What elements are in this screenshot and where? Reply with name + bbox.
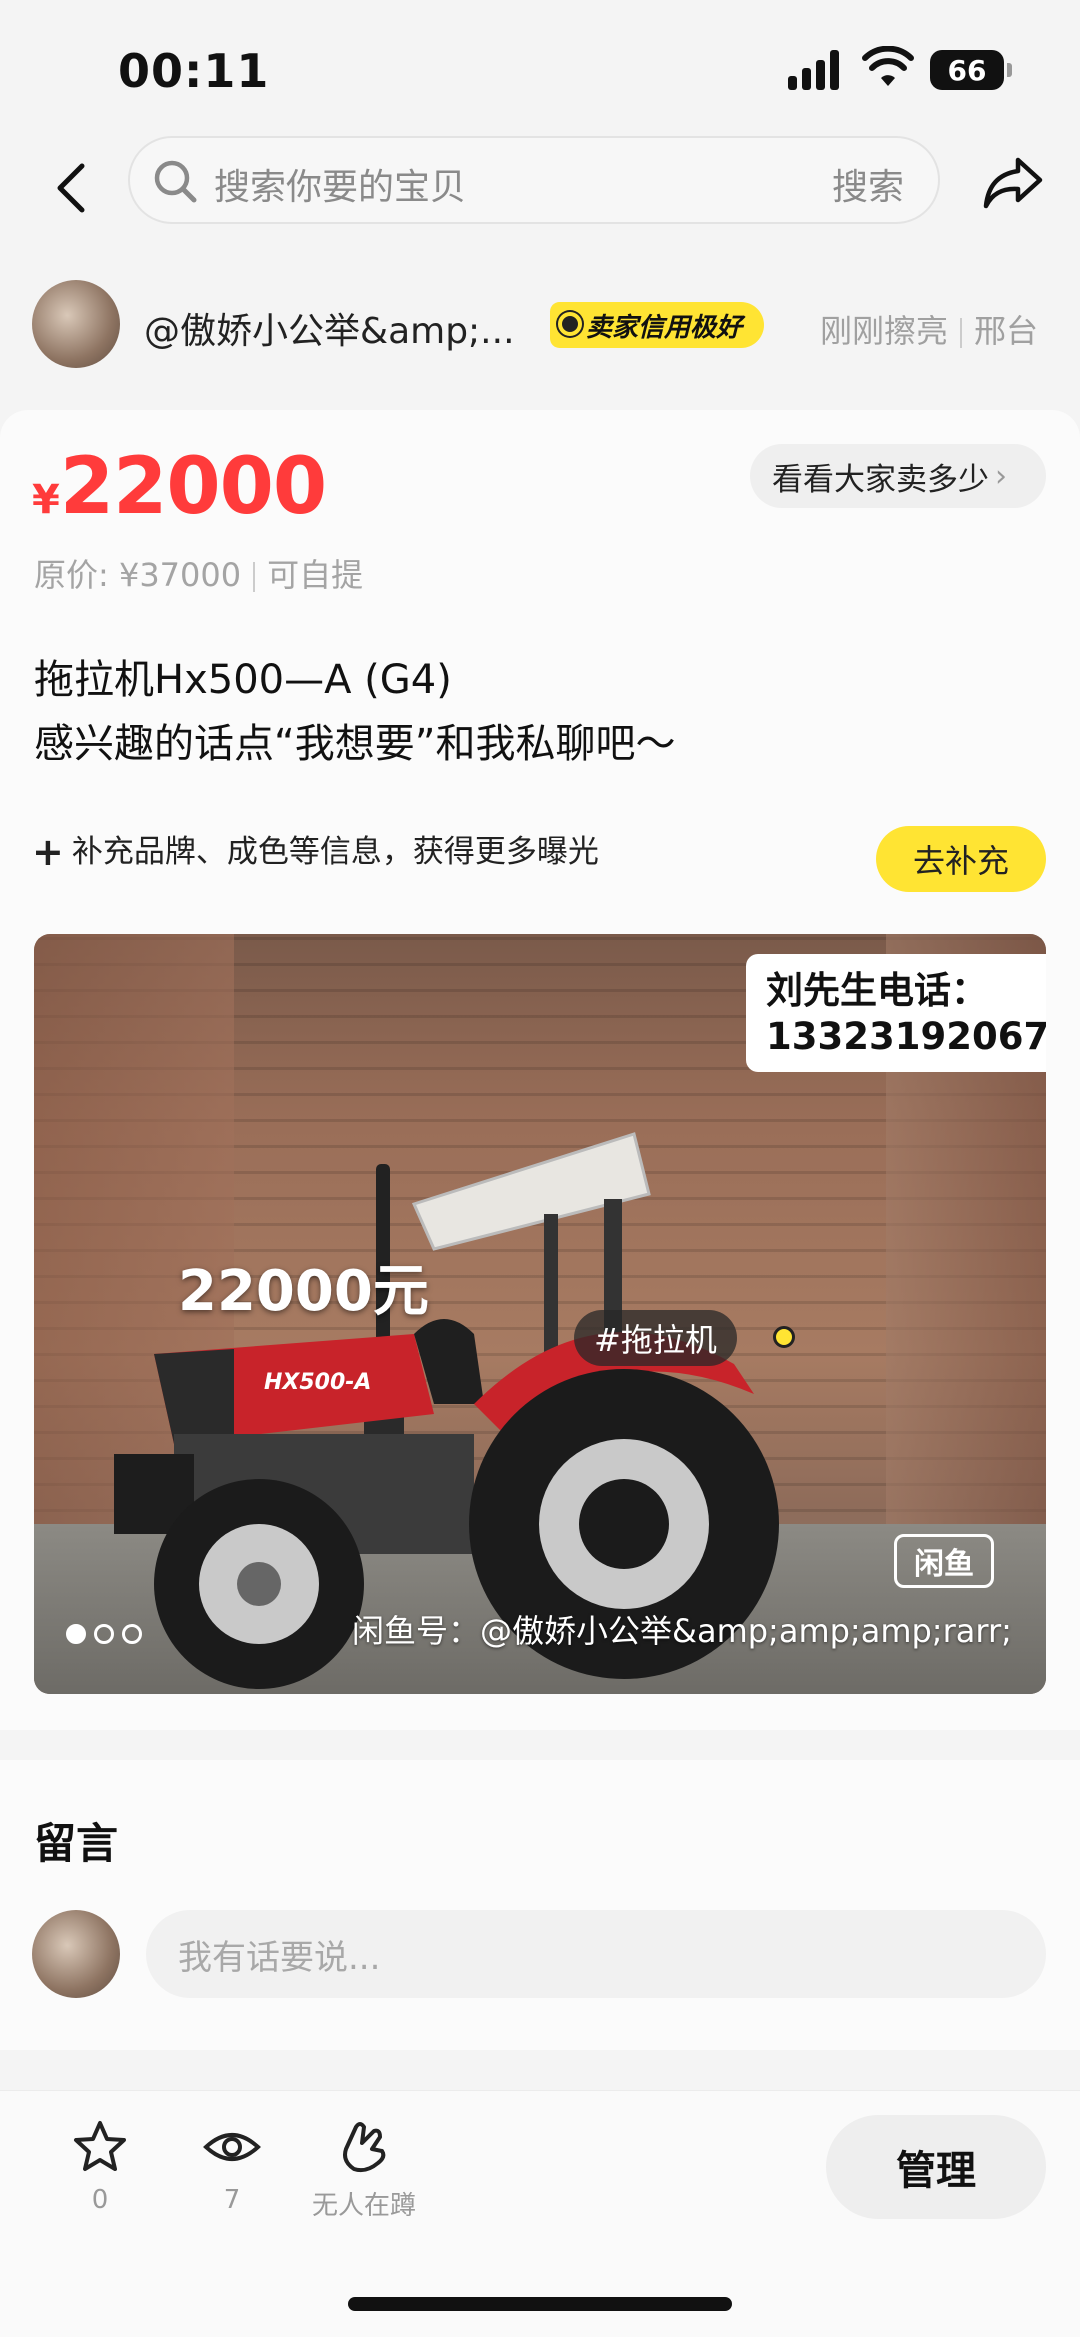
original-price-row: 原价: ¥37000 可自提: [34, 550, 363, 596]
refresh-info: 刚刚擦亮 邢台: [820, 306, 1038, 352]
chevron-right-icon: ›: [995, 458, 1007, 494]
views-indicator: 7: [172, 2117, 292, 2215]
supplement-hint: + 补充品牌、成色等信息，获得更多曝光: [32, 826, 599, 874]
search-input[interactable]: 搜索你要的宝贝: [214, 158, 466, 210]
pickup-label: 可自提: [267, 556, 364, 594]
want-button[interactable]: 无人在蹲: [304, 2117, 424, 2222]
search-bar[interactable]: 搜索你要的宝贝 搜索: [128, 136, 940, 224]
user-avatar: [32, 1910, 120, 1998]
item-title: 拖拉机Hx500—A (G4): [34, 657, 452, 703]
compare-prices-button[interactable]: 看看大家卖多少 ›: [750, 444, 1046, 508]
price-overlay: 22000元: [178, 1259, 429, 1324]
search-button[interactable]: 搜索: [832, 158, 904, 210]
item-price: ¥22000: [32, 442, 327, 532]
home-indicator[interactable]: [348, 2297, 732, 2311]
comment-input[interactable]: 我有话要说...: [146, 1910, 1046, 1998]
seller-avatar[interactable]: [32, 280, 120, 368]
hashtag-label: #拖拉机: [594, 1321, 717, 1359]
views-count: 7: [223, 2185, 241, 2215]
hashtag-tag[interactable]: #拖拉机: [574, 1310, 795, 1366]
credit-badge[interactable]: 卖家信用极好: [550, 302, 765, 348]
battery-indicator: 66: [930, 50, 1012, 90]
contact-phone: 13323192067: [766, 1015, 1046, 1058]
original-price: 原价: ¥37000: [34, 556, 242, 594]
status-bar: 00:11 66: [0, 0, 1080, 130]
refresh-time: 刚刚擦亮: [820, 312, 949, 350]
item-description: 拖拉机Hx500—A (G4) 感兴趣的话点“我想要”和我私聊吧～: [34, 648, 675, 776]
supplement-button[interactable]: 去补充: [876, 826, 1046, 892]
wifi-icon: [862, 46, 914, 86]
pager-dot[interactable]: [66, 1624, 86, 1644]
model-plate: HX500-A: [264, 1370, 371, 1395]
contact-overlay: 刘先生电话： 13323192067: [746, 954, 1046, 1072]
back-icon[interactable]: [48, 158, 98, 218]
xianyu-logo: 闲鱼: [894, 1534, 994, 1588]
item-card: ¥22000 看看大家卖多少 › 原价: ¥37000 可自提 拖拉机Hx500—A…: [0, 410, 1080, 1730]
plus-icon: +: [32, 830, 64, 874]
item-note: 感兴趣的话点“我想要”和我私聊吧～: [34, 721, 676, 767]
photo-pager[interactable]: [66, 1624, 142, 1644]
favorite-button[interactable]: 0: [40, 2117, 160, 2215]
seller-location: 邢台: [974, 312, 1039, 350]
compare-label: 看看大家卖多少: [772, 461, 989, 498]
manage-button[interactable]: 管理: [826, 2115, 1046, 2219]
search-icon: [154, 160, 197, 203]
signal-icon: [788, 50, 844, 90]
price-value: 22000: [59, 442, 327, 532]
contact-label: 刘先生电话：: [766, 969, 988, 1012]
nav-bar: 搜索你要的宝贝 搜索: [0, 130, 1080, 260]
comments-title: 留言: [34, 1819, 119, 1868]
seller-row[interactable]: @傲娇小公举&amp;... 卖家信用极好 刚刚擦亮 邢台: [0, 270, 1080, 380]
photo-watermark: 闲鱼号：@傲娇小公举&amp;amp;amp;rarr;: [352, 1612, 1012, 1650]
pager-dot[interactable]: [94, 1624, 114, 1644]
credit-label: 卖家信用极好: [586, 312, 743, 343]
hand-icon: [343, 2122, 386, 2173]
share-icon[interactable]: [980, 150, 1046, 216]
favorite-count: 0: [91, 2185, 109, 2215]
eye-icon: [203, 2133, 261, 2161]
status-time: 00:11: [118, 44, 270, 98]
credit-icon: [558, 312, 582, 336]
star-icon: [74, 2121, 126, 2171]
want-label: 无人在蹲: [311, 2191, 416, 2221]
item-photo[interactable]: HX500-A 刘先生电话： 13323192067 22000元 #拖拉机 闲…: [34, 934, 1046, 1694]
pager-dot[interactable]: [122, 1624, 142, 1644]
comments-section: 留言 我有话要说...: [0, 1760, 1080, 2050]
hint-text: 补充品牌、成色等信息，获得更多曝光: [71, 834, 599, 870]
tag-dot-icon: [772, 1326, 795, 1348]
price-currency: ¥: [32, 477, 60, 523]
seller-name[interactable]: @傲娇小公举&amp;...: [144, 302, 515, 354]
